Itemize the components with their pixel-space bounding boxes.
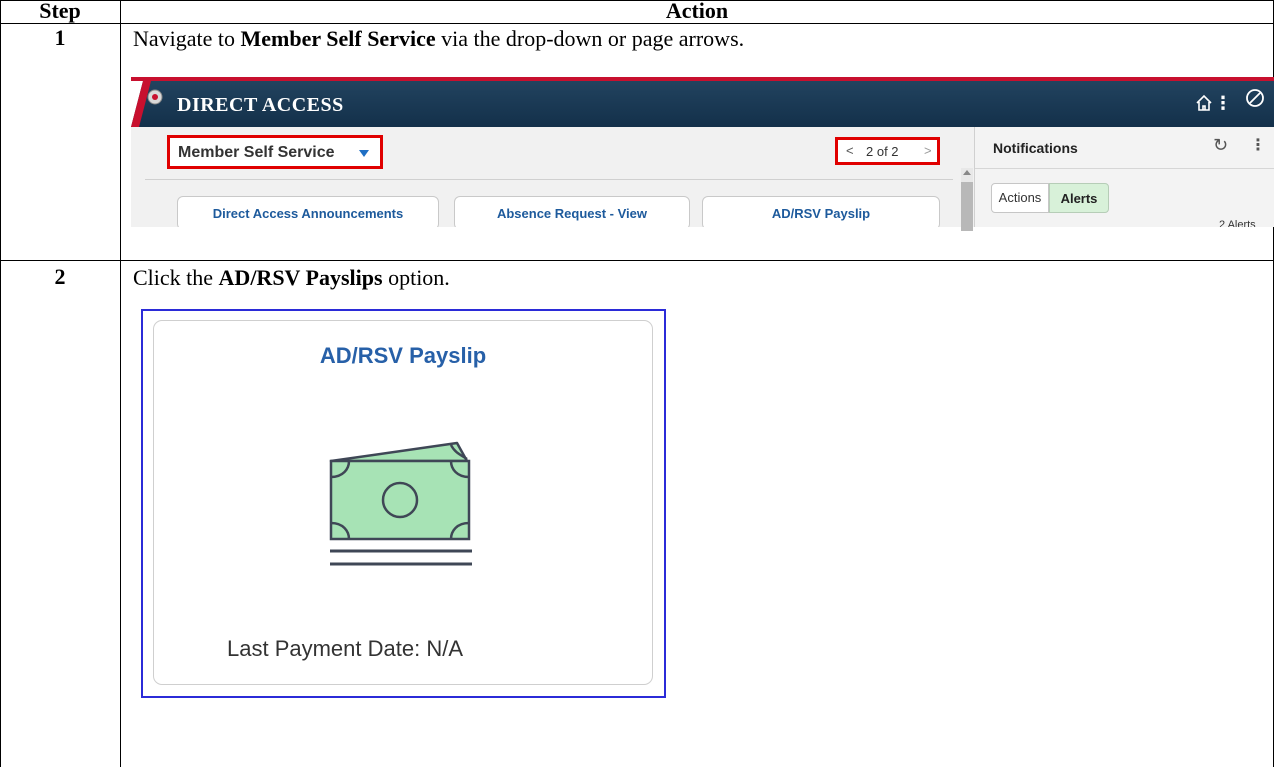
header-step: Step [39, 0, 81, 23]
tile-ad-rsv-payslip[interactable]: AD/RSV Payslip [702, 196, 940, 227]
step-number-1: 1 [54, 25, 66, 50]
navbar-icon[interactable] [1244, 87, 1266, 109]
table-border-row1 [0, 260, 1274, 261]
scroll-up-icon[interactable] [963, 170, 971, 175]
divider [145, 179, 953, 180]
scrollbar-thumb[interactable] [961, 182, 973, 231]
table-border-divider [120, 0, 121, 767]
pager-label: 2 of 2 [866, 144, 899, 159]
notifications-title: Notifications [993, 140, 1078, 156]
homepage-selector-dropdown[interactable]: Member Self Service [167, 135, 383, 169]
notifications-menu-icon[interactable]: ⋮ [1250, 135, 1266, 154]
tile-direct-access-announcements[interactable]: Direct Access Announcements [177, 196, 439, 227]
payslip-tile[interactable]: AD/RSV Payslip Last Payment Date: N/A [153, 320, 653, 685]
table-border-left [0, 0, 1, 767]
direct-access-screenshot: DIRECT ACCESS ⋮ Member Self Service < 2 … [131, 77, 1274, 227]
last-payment-date: Last Payment Date: N/A [227, 636, 463, 662]
divider [975, 168, 1274, 169]
step-2-text-suffix: option. [382, 265, 450, 290]
last-payment-value: N/A [426, 636, 464, 661]
step-number-2: 2 [54, 264, 66, 289]
tile-absence-request-view[interactable]: Absence Request - View [454, 196, 690, 227]
chevron-down-icon [359, 150, 369, 157]
alert-count: 2 Alerts [1219, 219, 1256, 227]
step-2-text-prefix: Click the [133, 265, 219, 290]
app-title: DIRECT ACCESS [177, 94, 344, 116]
tab-actions[interactable]: Actions [991, 183, 1049, 213]
chevron-left-icon[interactable]: < [846, 143, 854, 158]
header-action: Action [665, 0, 729, 23]
money-bill-icon [329, 441, 472, 566]
home-icon[interactable] [1194, 93, 1214, 113]
chevron-right-icon[interactable]: > [924, 143, 932, 158]
step-2-instruction: Click the AD/RSV Payslips option. [133, 265, 450, 291]
step-1-instruction: Navigate to Member Self Service via the … [133, 26, 744, 52]
refresh-icon[interactable]: ↻ [1213, 135, 1228, 156]
homepage-selector-label: Member Self Service [178, 144, 335, 161]
payslip-tile-highlight: AD/RSV Payslip Last Payment Date: N/A [141, 309, 666, 698]
notifications-panel: Notifications ↻ ⋮ Actions Alerts 2 Alert… [974, 127, 1274, 227]
step-1-text-bold: Member Self Service [240, 26, 436, 51]
tab-alerts[interactable]: Alerts [1049, 183, 1109, 213]
homepage-scrollbar[interactable] [961, 168, 973, 231]
actions-menu-icon[interactable]: ⋮ [1214, 93, 1232, 114]
last-payment-label: Last Payment Date: [227, 636, 421, 661]
app-header: DIRECT ACCESS ⋮ [131, 81, 1274, 127]
step-1-text-suffix: via the drop-down or page arrows. [435, 26, 745, 51]
coast-guard-logo-icon [131, 81, 163, 127]
step-1-text-prefix: Navigate to [133, 26, 241, 51]
step-2-text-bold: AD/RSV Payslips [218, 265, 383, 290]
payslip-tile-title: AD/RSV Payslip [319, 343, 487, 368]
homepage-pager[interactable]: < 2 of 2 > [835, 137, 940, 165]
